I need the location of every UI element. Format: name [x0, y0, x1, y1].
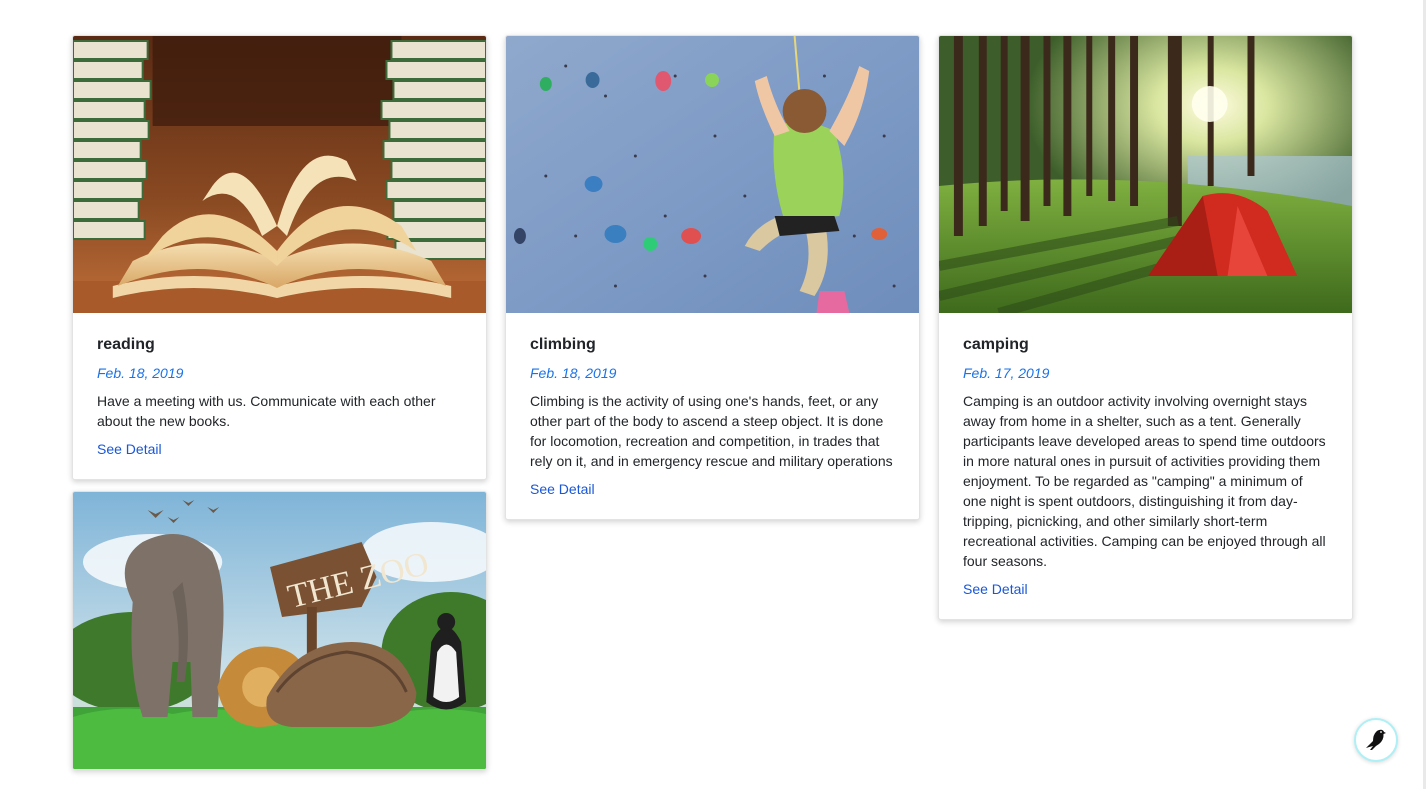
see-detail-link[interactable]: See Detail — [963, 581, 1028, 597]
floating-action-button[interactable] — [1354, 718, 1398, 762]
camping-tent-image — [939, 36, 1352, 313]
books-image — [73, 36, 486, 313]
card-description: Have a meeting with us. Communicate with… — [97, 393, 436, 429]
card-body: climbing Feb. 18, 2019 Climbing is the a… — [506, 313, 919, 519]
card-column-3: camping Feb. 17, 2019 Camping is an outd… — [938, 35, 1353, 631]
card-reading: reading Feb. 18, 2019 Have a meeting wit… — [72, 35, 487, 480]
card-camping: camping Feb. 17, 2019 Camping is an outd… — [938, 35, 1353, 620]
climbing-wall-image — [506, 36, 919, 313]
card-body: reading Feb. 18, 2019 Have a meeting wit… — [73, 313, 486, 479]
card-date: Feb. 18, 2019 — [530, 365, 617, 381]
card-climbing: climbing Feb. 18, 2019 Climbing is the a… — [505, 35, 920, 520]
card-date: Feb. 18, 2019 — [97, 365, 184, 381]
card-column-1: reading Feb. 18, 2019 Have a meeting wit… — [72, 35, 487, 781]
see-detail-link[interactable]: See Detail — [530, 481, 595, 497]
bird-icon — [1366, 729, 1386, 750]
card-title: camping — [963, 336, 1029, 353]
card-description: Climbing is the activity of using one's … — [530, 393, 893, 469]
card-date: Feb. 17, 2019 — [963, 365, 1050, 381]
card-title: climbing — [530, 336, 596, 353]
zoo-image: THE ZOO — [73, 492, 486, 769]
card-column-2: climbing Feb. 18, 2019 Climbing is the a… — [505, 35, 920, 531]
card-body: camping Feb. 17, 2019 Camping is an outd… — [939, 313, 1352, 619]
card-title: reading — [97, 336, 155, 353]
card-description: Camping is an outdoor activity involving… — [963, 393, 1326, 569]
card-zoo: THE ZOO — [72, 491, 487, 770]
see-detail-link[interactable]: See Detail — [97, 441, 162, 457]
